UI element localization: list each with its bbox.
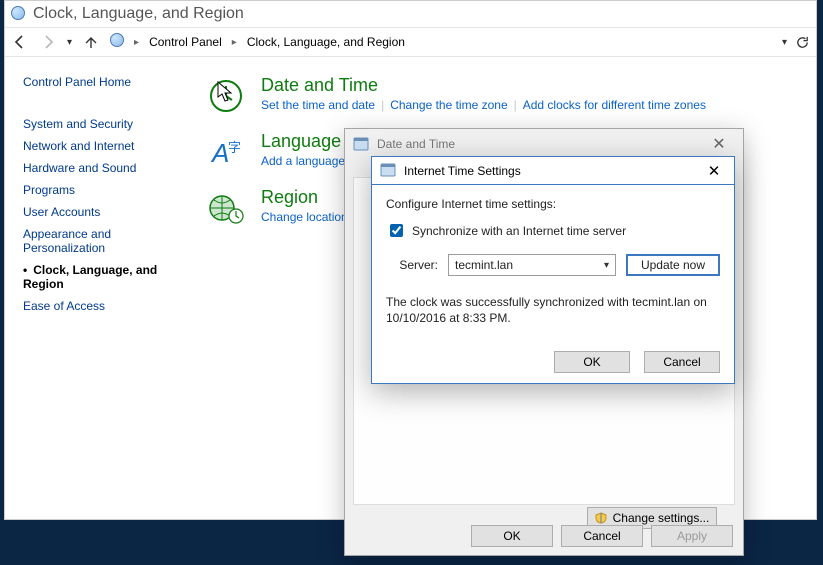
clock-icon xyxy=(205,75,247,117)
sync-checkbox[interactable] xyxy=(390,224,403,237)
date-time-dialog-titlebar[interactable]: Date and Time ✕ xyxy=(345,129,743,159)
calendar-icon xyxy=(353,135,369,154)
sidebar-item-user-accounts[interactable]: User Accounts xyxy=(23,205,173,219)
link-change-time-zone[interactable]: Change the time zone xyxy=(390,98,507,112)
server-label: Server: xyxy=(386,258,438,272)
update-now-button[interactable]: Update now xyxy=(626,254,720,276)
internet-time-settings-dialog: Internet Time Settings ✕ Configure Inter… xyxy=(371,156,735,384)
internet-time-ok-button[interactable]: OK xyxy=(554,351,630,373)
server-value: tecmint.lan xyxy=(455,258,513,272)
refresh-button[interactable] xyxy=(795,35,810,50)
chevron-right-icon: ▸ xyxy=(134,37,139,48)
server-combobox[interactable]: tecmint.lan ▾ xyxy=(448,254,616,276)
link-change-location[interactable]: Change location xyxy=(261,210,348,224)
shield-icon xyxy=(595,512,607,524)
internet-time-dialog-close[interactable]: ✕ xyxy=(702,157,726,184)
sidebar: Control Panel Home System and Security N… xyxy=(5,57,191,519)
sidebar-item-appearance[interactable]: Appearance and Personalization xyxy=(23,227,173,255)
back-button[interactable] xyxy=(11,33,29,51)
control-panel-icon xyxy=(11,6,27,22)
chevron-down-icon: ▾ xyxy=(604,260,609,271)
up-button[interactable] xyxy=(82,33,100,51)
internet-time-dialog-titlebar[interactable]: Internet Time Settings ✕ xyxy=(372,157,734,185)
link-add-language[interactable]: Add a language xyxy=(261,154,345,168)
breadcrumb-root[interactable]: Control Panel xyxy=(149,35,222,49)
link-add-clocks[interactable]: Add clocks for different time zones xyxy=(523,98,706,112)
date-time-dialog-title: Date and Time xyxy=(377,137,455,151)
svg-text:A: A xyxy=(210,138,229,168)
address-dropdown[interactable]: ▾ xyxy=(782,37,787,48)
recent-locations-dropdown[interactable]: ▾ xyxy=(67,37,72,48)
sidebar-item-system-security[interactable]: System and Security xyxy=(23,117,173,131)
link-set-time-date[interactable]: Set the time and date xyxy=(261,98,375,112)
nav-toolbar: ▾ ▸ Control Panel ▸ Clock, Language, and… xyxy=(5,27,816,57)
internet-time-heading: Configure Internet time settings: xyxy=(386,197,720,211)
date-time-cancel-button[interactable]: Cancel xyxy=(561,525,643,547)
date-time-dialog-close[interactable]: ✕ xyxy=(703,129,735,159)
date-time-ok-button[interactable]: OK xyxy=(471,525,553,547)
category-title-date-time[interactable]: Date and Time xyxy=(261,75,802,96)
category-date-time: Date and Time Set the time and date|Chan… xyxy=(205,75,802,117)
calendar-icon xyxy=(380,161,396,180)
sidebar-item-hardware-sound[interactable]: Hardware and Sound xyxy=(23,161,173,175)
chevron-right-icon: ▸ xyxy=(232,37,237,48)
breadcrumb-current[interactable]: Clock, Language, and Region xyxy=(247,35,405,49)
sync-checkbox-label: Synchronize with an Internet time server xyxy=(412,224,626,238)
region-icon xyxy=(205,187,247,229)
internet-time-dialog-title: Internet Time Settings xyxy=(404,164,521,178)
forward-button[interactable] xyxy=(39,33,57,51)
breadcrumb[interactable]: ▸ Control Panel ▸ Clock, Language, and R… xyxy=(134,35,405,49)
window-titlebar: Clock, Language, and Region xyxy=(5,1,816,27)
sidebar-item-clock-language-region[interactable]: Clock, Language, and Region xyxy=(23,263,173,291)
sync-checkbox-row[interactable]: Synchronize with an Internet time server xyxy=(386,221,720,240)
address-bar-icon xyxy=(110,33,124,52)
sidebar-item-network-internet[interactable]: Network and Internet xyxy=(23,139,173,153)
language-icon: A字 xyxy=(205,131,247,173)
svg-text:字: 字 xyxy=(228,140,241,155)
date-time-apply-button[interactable]: Apply xyxy=(651,525,733,547)
sidebar-home[interactable]: Control Panel Home xyxy=(23,75,173,89)
window-title: Clock, Language, and Region xyxy=(33,5,244,23)
change-settings-label: Change settings... xyxy=(613,511,710,525)
sidebar-item-programs[interactable]: Programs xyxy=(23,183,173,197)
internet-time-cancel-button[interactable]: Cancel xyxy=(644,351,720,373)
sync-status-text: The clock was successfully synchronized … xyxy=(386,294,720,326)
sidebar-item-ease-of-access[interactable]: Ease of Access xyxy=(23,299,173,313)
